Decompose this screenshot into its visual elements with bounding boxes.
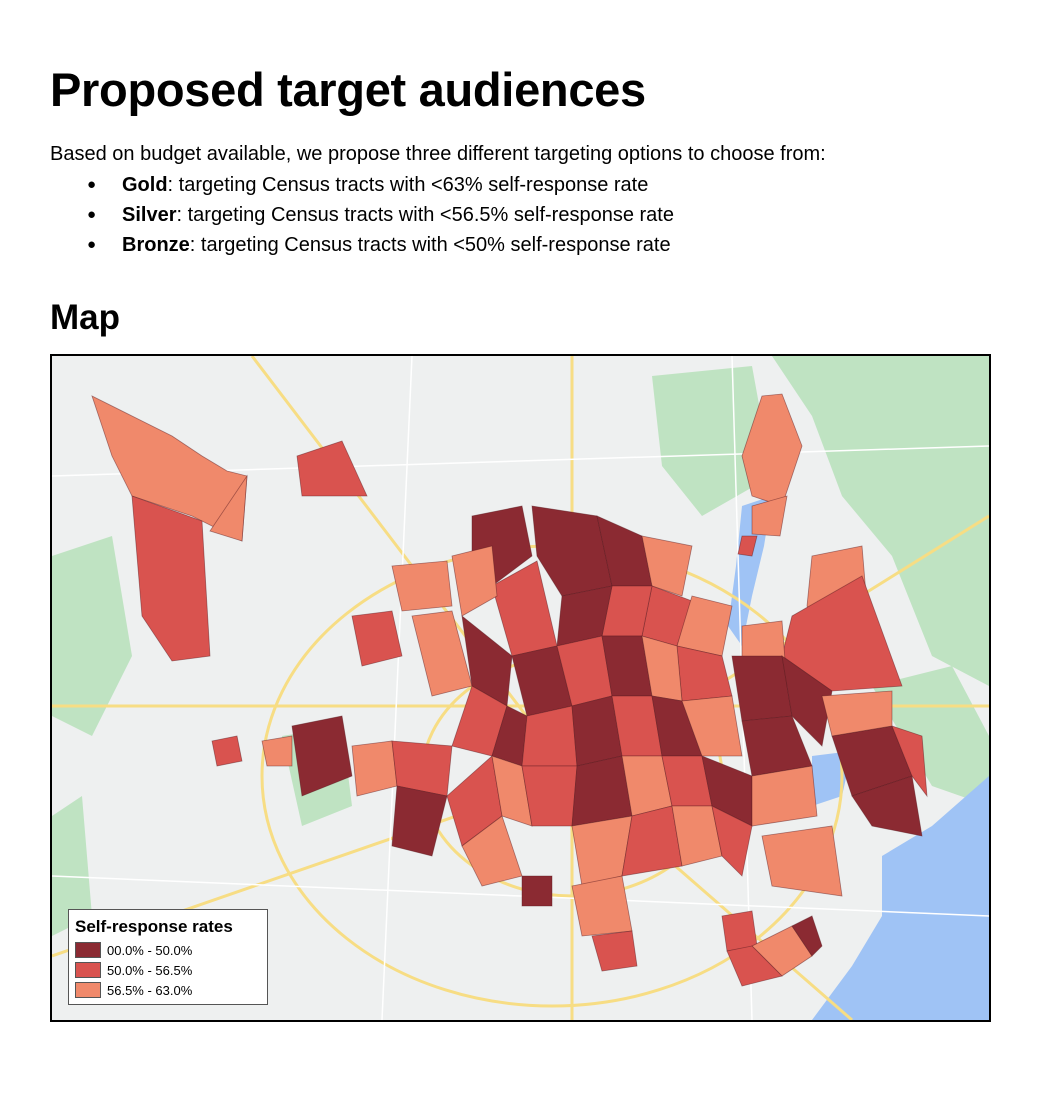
option-description: : targeting Census tracts with <63% self… <box>167 174 649 196</box>
census-tract-map: Self-response rates 00.0% - 50.0% 50.0% … <box>50 354 991 1022</box>
option-description: : targeting Census tracts with <50% self… <box>189 234 671 256</box>
bullet-icon: ● <box>87 206 97 223</box>
tract <box>751 765 818 827</box>
legend-swatch <box>75 962 101 978</box>
option-description: : targeting Census tracts with <56.5% se… <box>176 204 674 226</box>
legend-item: 50.0% - 56.5% <box>75 960 261 980</box>
legend-swatch <box>75 942 101 958</box>
targeting-options-list: ● Gold: targeting Census tracts with <63%… <box>50 170 674 260</box>
option-silver: ● Silver: targeting Census tracts with <5… <box>50 200 674 230</box>
legend-label: 50.0% - 56.5% <box>107 962 193 978</box>
intro-paragraph: Based on budget available, we propose th… <box>50 143 826 165</box>
page-title: Proposed target audiences <box>50 63 646 116</box>
map-legend: Self-response rates 00.0% - 50.0% 50.0% … <box>68 909 268 1005</box>
option-name: Bronze <box>122 234 190 256</box>
tract <box>571 875 633 937</box>
legend-label: 56.5% - 63.0% <box>107 982 193 998</box>
option-name: Silver <box>122 204 177 226</box>
option-name: Gold <box>122 174 168 196</box>
tract <box>391 560 453 612</box>
tract <box>351 740 398 797</box>
option-bronze: ● Bronze: targeting Census tracts with <5… <box>50 230 674 260</box>
tract <box>721 910 758 952</box>
legend-swatch <box>75 982 101 998</box>
legend-item: 00.0% - 50.0% <box>75 940 261 960</box>
tract <box>731 655 793 722</box>
tract <box>521 765 578 827</box>
tract <box>521 875 553 907</box>
legend-title: Self-response rates <box>75 917 233 936</box>
tract <box>261 735 293 767</box>
map-heading: Map <box>50 298 120 337</box>
option-gold: ● Gold: targeting Census tracts with <63%… <box>50 170 674 200</box>
tract <box>521 705 578 767</box>
legend-item: 56.5% - 63.0% <box>75 980 261 1000</box>
bullet-icon: ● <box>87 176 97 193</box>
bullet-icon: ● <box>87 236 97 253</box>
tract <box>211 735 243 767</box>
legend-label: 00.0% - 50.0% <box>107 942 193 958</box>
tract <box>571 755 633 827</box>
tract <box>761 825 843 897</box>
